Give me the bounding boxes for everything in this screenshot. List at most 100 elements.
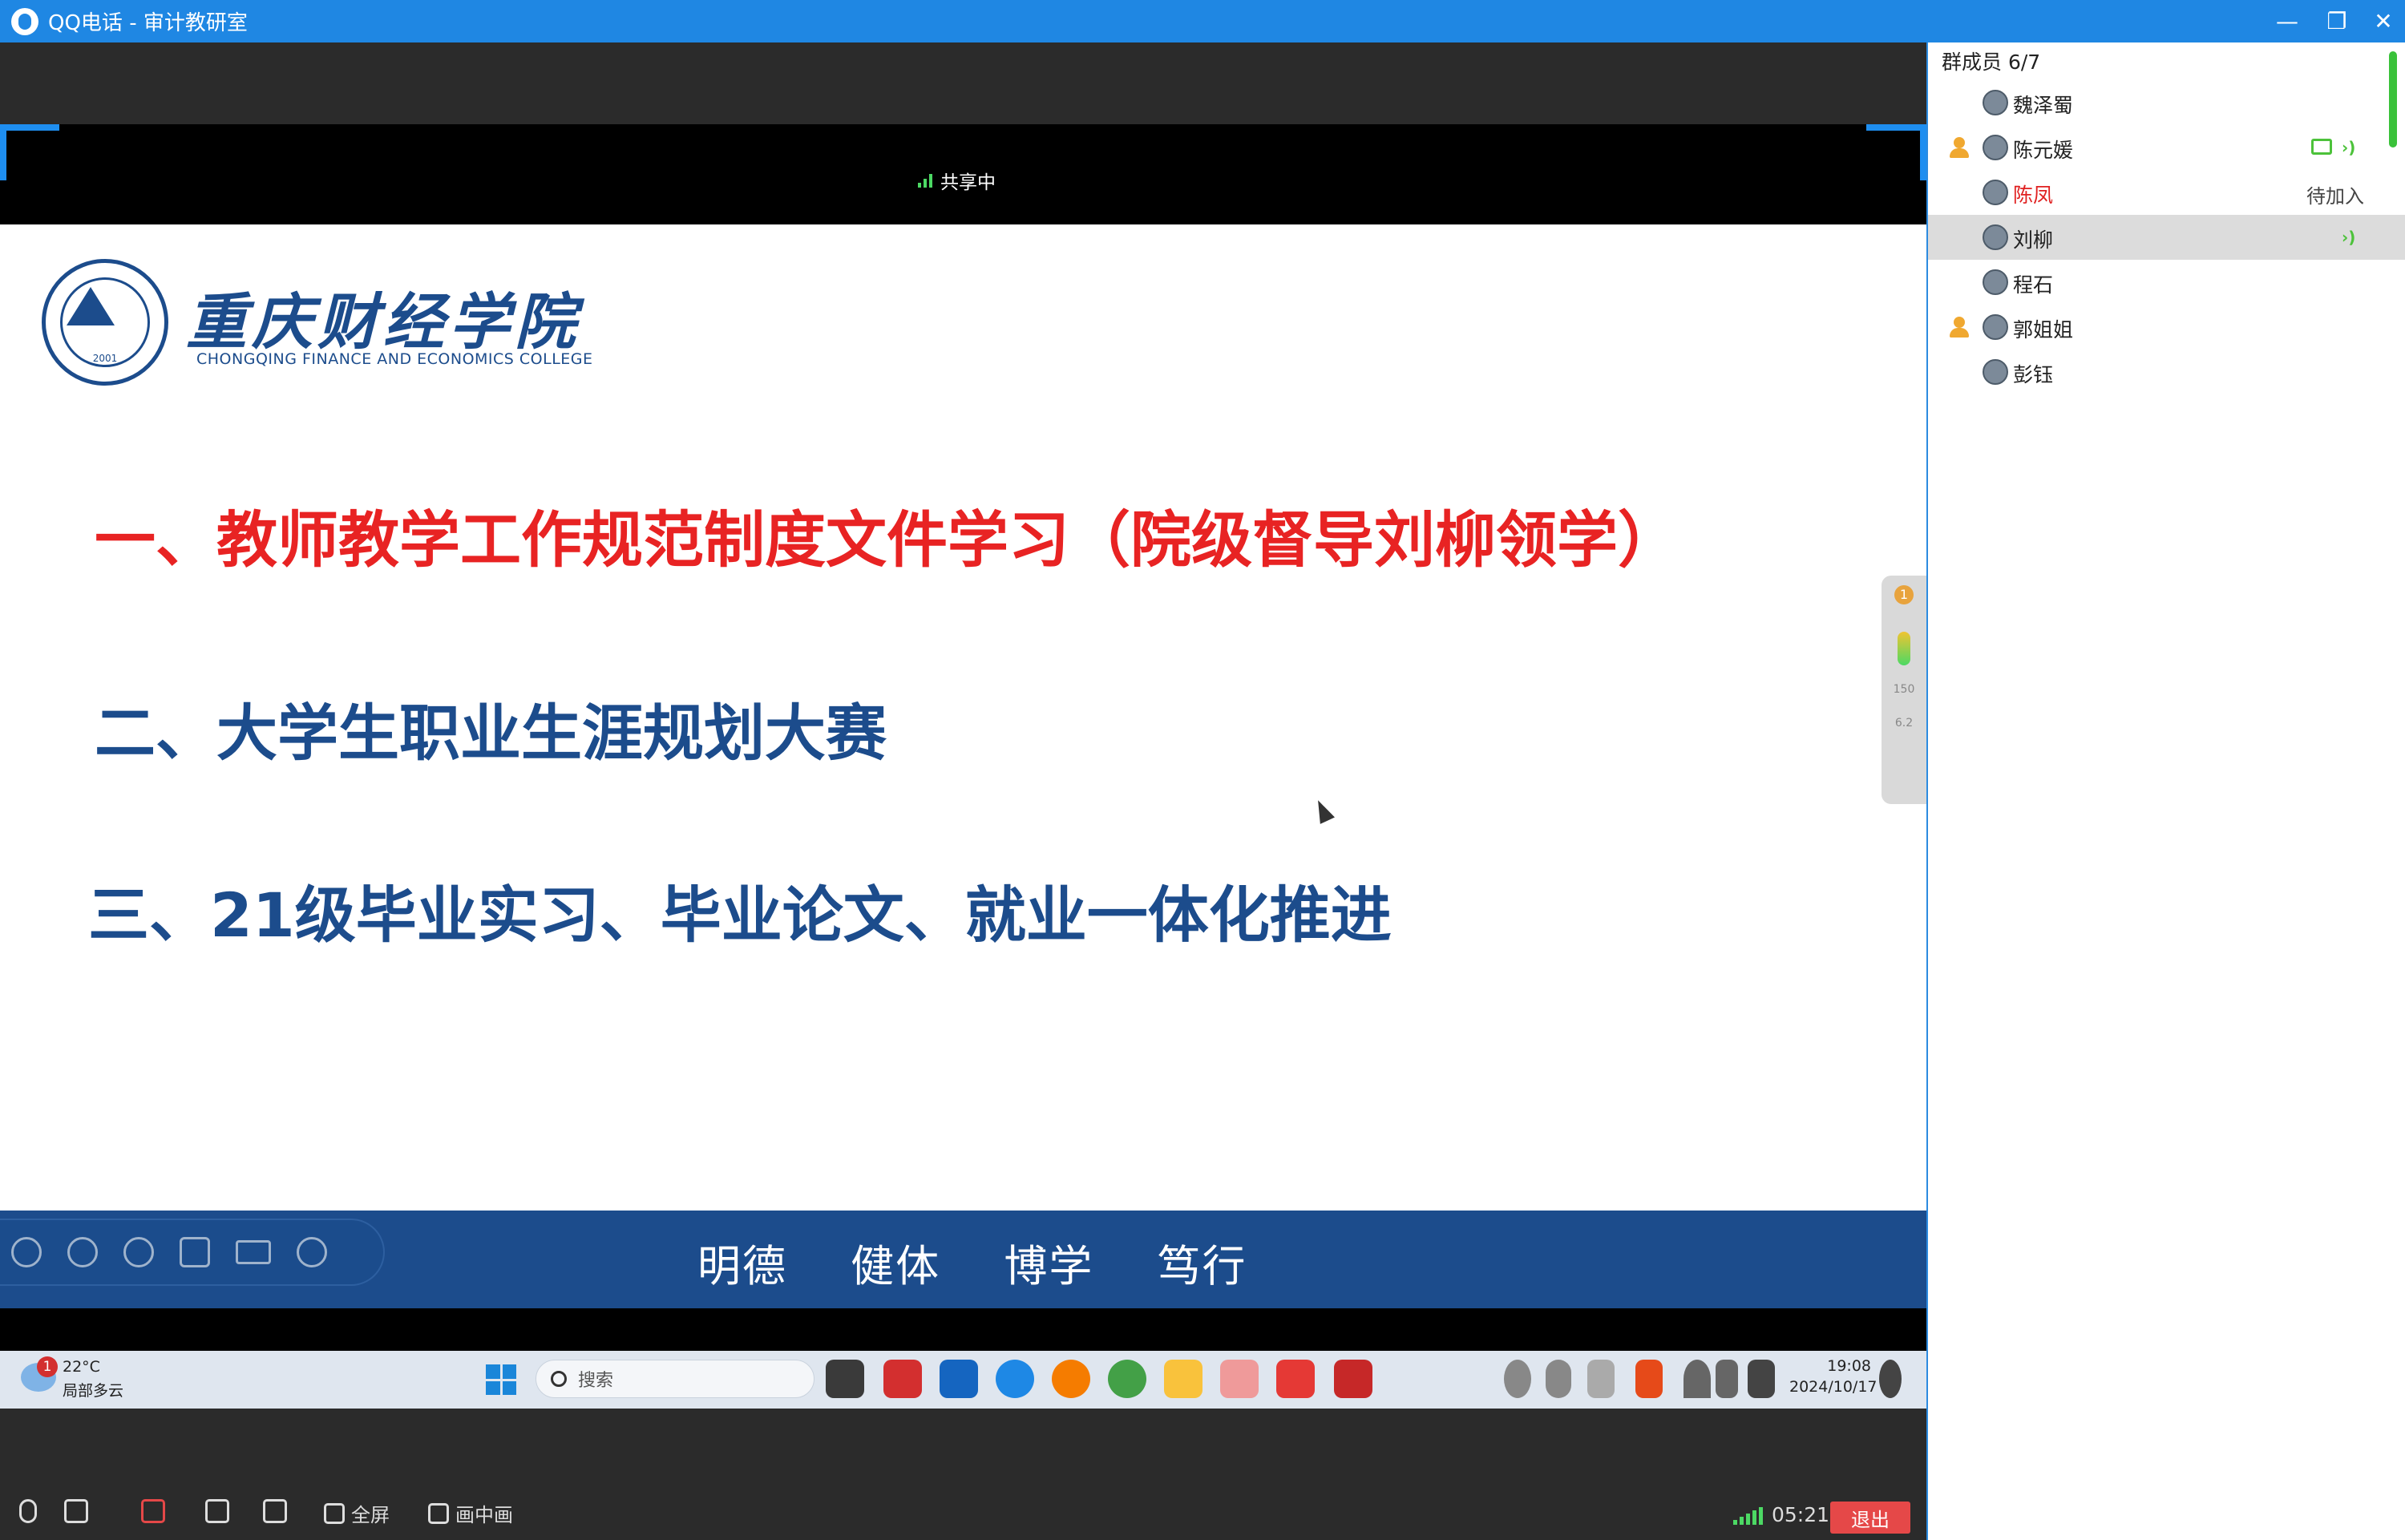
agenda-item-3: 三、21级毕业实习、毕业论文、就业一体化推进 (88, 879, 1392, 951)
frame-corner-tl (0, 124, 59, 131)
orange-app-icon[interactable] (1052, 1360, 1090, 1398)
screenshot-icon[interactable] (180, 1237, 210, 1267)
exit-call-button[interactable]: 退出 (1830, 1502, 1910, 1534)
member-name: 魏泽蜀 (2013, 94, 2074, 117)
close-icon[interactable]: ✕ (2357, 0, 2405, 42)
call-timer: 05:21 (1772, 1503, 1830, 1526)
fullscreen-icon (324, 1502, 345, 1524)
college-name-cn: 重庆财经学院 (186, 286, 580, 358)
wifi-icon[interactable] (1684, 1360, 1711, 1398)
tray-date: 2024/10/17 (1789, 1378, 1878, 1396)
speaking-icon: ›) (2342, 228, 2356, 247)
share-status-text: 共享中 (940, 172, 996, 193)
speaking-icon: ›) (2342, 138, 2356, 157)
chrome-browser-icon[interactable] (1108, 1360, 1146, 1398)
collapse-toolbar-icon[interactable] (353, 1237, 383, 1267)
member-row[interactable]: 陈元媛 ›) (1928, 125, 2405, 170)
wps-office-icon[interactable] (1334, 1360, 1372, 1398)
group-name: 审计教研室 (143, 11, 248, 35)
member-name: 郭姐姐 (2013, 318, 2074, 342)
windows-start-icon[interactable] (486, 1364, 516, 1395)
college-name-en: CHONGQING FINANCE AND ECONOMICS COLLEGE (196, 350, 593, 368)
previous-slide-icon[interactable] (11, 1237, 42, 1267)
member-status: 待加入 (2306, 185, 2364, 208)
sogou-icon[interactable] (1635, 1360, 1663, 1398)
speaker-button[interactable] (64, 1499, 88, 1523)
fullscreen-label: 全屏 (351, 1504, 390, 1526)
more-options-icon[interactable] (297, 1237, 327, 1267)
edge-browser-icon[interactable] (996, 1360, 1034, 1398)
network-stats-widget[interactable]: 1 150 6.2 (1882, 576, 1926, 804)
title-bar: QQ电话 - 审计教研室 (0, 0, 2405, 42)
screen-share-icon (205, 1499, 229, 1523)
restore-icon[interactable]: ❐ (2310, 0, 2363, 42)
frame-corner-tr (1866, 124, 1926, 131)
pen-icon[interactable] (123, 1237, 154, 1267)
weather-badge: 1 (37, 1356, 58, 1377)
member-name: 陈元媛 (2013, 139, 2074, 162)
presentation-button[interactable] (263, 1499, 287, 1523)
microphone-tray-icon[interactable] (1546, 1360, 1571, 1398)
tray-expand-icon[interactable] (1459, 1360, 1481, 1398)
upload-speed: 150 (1893, 683, 1915, 696)
slide-toolbar (0, 1219, 385, 1286)
camera-button[interactable] (141, 1499, 165, 1523)
microphone-button[interactable] (19, 1499, 37, 1523)
weather-description: 局部多云 (63, 1382, 124, 1400)
college-motto: 明德 健体 博学 笃行 (697, 1241, 1247, 1291)
agenda-item-2: 二、大学生职业生涯规划大赛 (95, 697, 887, 769)
app-name: QQ电话 (48, 11, 123, 35)
fullscreen-button[interactable]: 全屏 (324, 1499, 390, 1527)
avatar (1983, 359, 2008, 385)
host-icon (1947, 135, 1971, 160)
avatar (1983, 135, 2008, 160)
next-slide-icon[interactable] (67, 1237, 98, 1267)
file-explorer-icon[interactable] (1164, 1360, 1202, 1398)
input-method-icon[interactable] (1587, 1360, 1615, 1398)
avatar (1983, 180, 2008, 205)
host-icon (1947, 315, 1971, 339)
member-row[interactable]: 陈凤 待加入 (1928, 170, 2405, 215)
college-seal-logo: 2001 (42, 259, 168, 386)
notification-icon[interactable] (1879, 1360, 1902, 1398)
member-row[interactable]: 刘柳 ›) (1928, 215, 2405, 260)
member-count-header: 群成员 6/7 (1942, 51, 2041, 74)
microphone-icon (19, 1499, 37, 1523)
member-name: 陈凤 (2013, 184, 2054, 207)
screen-share-button[interactable] (205, 1499, 229, 1523)
network-level-icon (1898, 632, 1910, 665)
frame-corner-tl-v (0, 124, 6, 180)
avatar (1983, 314, 2008, 340)
download-speed: 6.2 (1894, 717, 1914, 730)
avatar (1983, 269, 2008, 295)
volume-tray-icon[interactable] (1716, 1360, 1738, 1398)
member-row[interactable]: 魏泽蜀 (1928, 80, 2405, 125)
sync-icon[interactable] (1504, 1360, 1531, 1398)
camera-off-icon (141, 1499, 165, 1523)
member-row[interactable]: 郭姐姐 (1928, 305, 2405, 350)
member-row[interactable]: 彭钰 (1928, 350, 2405, 394)
taskbar-search[interactable]: 搜索 (536, 1360, 814, 1398)
tray-time: 19:08 (1827, 1357, 1871, 1375)
wps-icon[interactable] (1276, 1360, 1315, 1398)
member-name: 程石 (2013, 273, 2054, 297)
frame-corner-tr-v (1920, 124, 1926, 180)
qq-taskbar-icon[interactable] (1220, 1360, 1259, 1398)
pdf-reader-icon[interactable] (883, 1360, 922, 1398)
pip-label: 画中画 (455, 1504, 513, 1526)
member-name: 刘柳 (2013, 228, 2054, 252)
widget-badge: 1 (1894, 585, 1914, 604)
minimize-icon[interactable]: — (2261, 0, 2314, 42)
battery-icon[interactable] (1748, 1360, 1775, 1398)
member-row[interactable]: 程石 (1928, 260, 2405, 305)
video-icon[interactable] (236, 1240, 271, 1264)
title-separator: - (129, 11, 137, 35)
qq-logo-icon (11, 7, 38, 35)
signal-icon (918, 173, 932, 188)
pip-button[interactable]: 画中画 (428, 1499, 513, 1527)
seal-year: 2001 (92, 353, 118, 364)
app-window-icon[interactable] (940, 1360, 978, 1398)
task-view-icon[interactable] (826, 1360, 864, 1398)
call-signal-icon (1733, 1507, 1763, 1525)
pip-icon (428, 1502, 449, 1524)
